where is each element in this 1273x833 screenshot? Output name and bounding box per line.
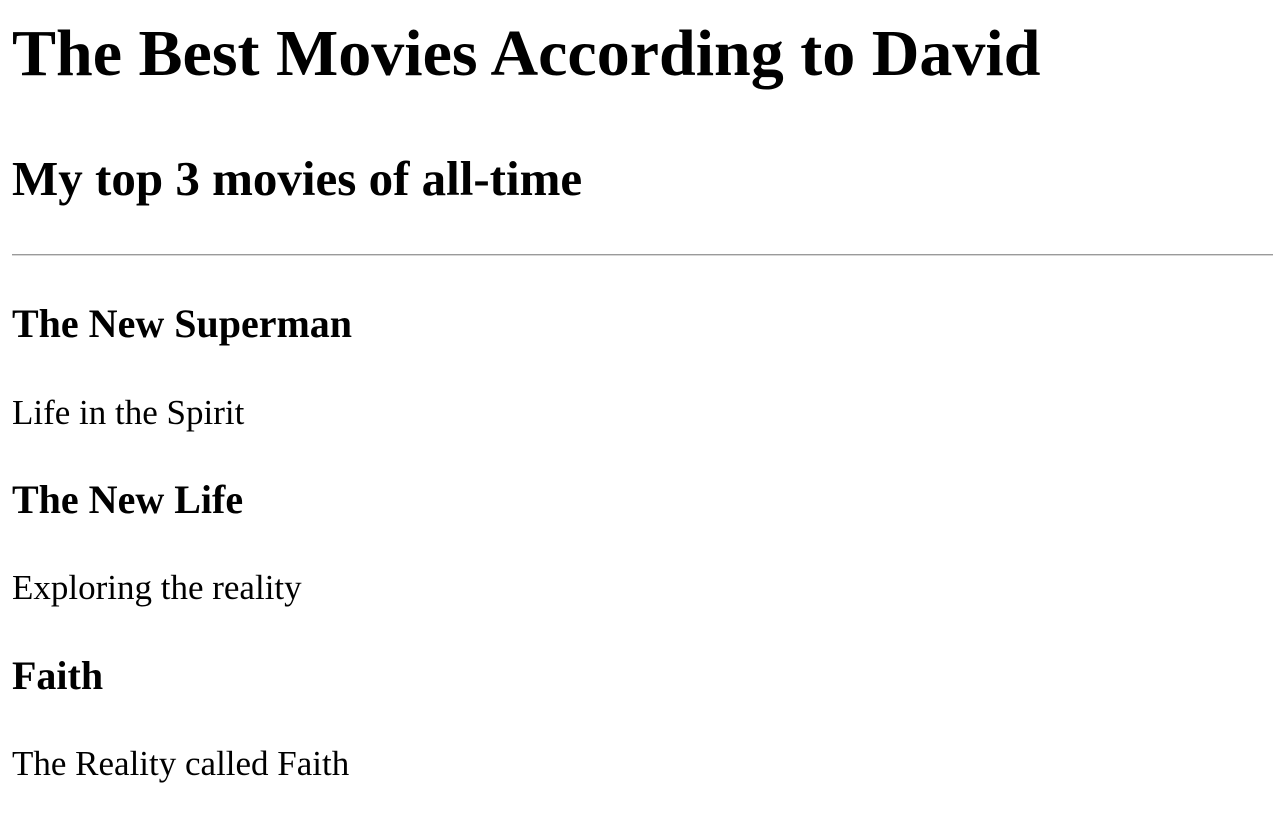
horizontal-divider bbox=[12, 254, 1273, 256]
page-title: The Best Movies According to David bbox=[12, 17, 1041, 90]
page-subtitle: My top 3 movies of all-time bbox=[12, 151, 583, 206]
movie-title-3: Faith bbox=[12, 653, 104, 698]
page: The Best Movies According to David My to… bbox=[0, 0, 1273, 833]
movie-title-1: The New Superman bbox=[12, 301, 353, 346]
movie-title-2: The New Life bbox=[12, 477, 244, 522]
movie-description-2: Exploring the reality bbox=[12, 568, 302, 607]
movie-description-1: Life in the Spirit bbox=[12, 393, 245, 432]
movie-description-3: The Reality called Faith bbox=[12, 744, 350, 783]
